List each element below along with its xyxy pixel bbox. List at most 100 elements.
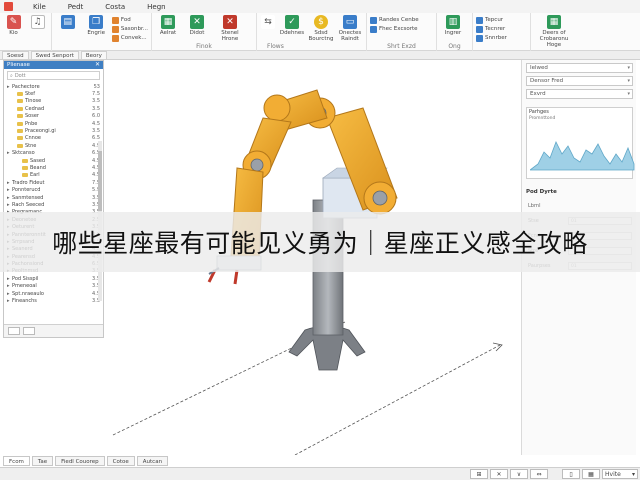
scrollbar-thumb[interactable] bbox=[98, 151, 102, 211]
ribbon-small-tecnrer[interactable]: Tecnrer bbox=[476, 25, 507, 33]
grid-view-icon[interactable] bbox=[8, 327, 20, 335]
tree-item[interactable]: Stne 4.9 bbox=[7, 142, 100, 149]
tree-item[interactable]: ▸ Pmeneoal 3.5 bbox=[7, 283, 100, 290]
tree-item[interactable]: ▸ Rach Seeced 3.5 bbox=[7, 201, 100, 208]
menu-item-create[interactable]: Costa bbox=[103, 3, 127, 11]
tree-item-label: Tinose bbox=[25, 98, 42, 105]
list-view-icon[interactable] bbox=[23, 327, 35, 335]
close-icon[interactable]: ✕ bbox=[490, 469, 508, 479]
tree-item[interactable]: ▸ Spt.nraeaulo 4.5 bbox=[7, 290, 100, 297]
tree-item[interactable]: Cnnoe 6.5 bbox=[7, 135, 100, 142]
tree-item[interactable]: Beand 4.5 bbox=[7, 164, 100, 171]
tree-item[interactable]: ▸ Sktcanso 6.5 bbox=[7, 150, 100, 157]
brush-icon bbox=[111, 25, 119, 33]
tree-item[interactable]: ▸ Tradro Fideut 7.5 bbox=[7, 179, 100, 186]
tab-tae[interactable]: Tae bbox=[31, 456, 54, 466]
folder-icon bbox=[17, 92, 23, 97]
trash-icon[interactable]: ▯ bbox=[562, 469, 580, 479]
tree-item[interactable]: ▸ Sanmtensed 3.5 bbox=[7, 194, 100, 201]
doc-tab-soesd[interactable]: Soesd bbox=[2, 51, 29, 59]
coin-icon: $ bbox=[314, 15, 328, 29]
app-icon[interactable] bbox=[4, 2, 13, 11]
tab-fiedl-couorep[interactable]: Fiedl Couorep bbox=[55, 456, 105, 466]
tree-item-label: Sased bbox=[30, 157, 46, 164]
tab-cotoe[interactable]: Cotoe bbox=[106, 456, 135, 466]
ribbon-button-didot[interactable]: ✕ Didot bbox=[184, 15, 210, 36]
tree-item-label: Spt.nraeaulo bbox=[12, 290, 44, 297]
folder-icon bbox=[17, 106, 23, 111]
tab-autcan[interactable]: Autcan bbox=[136, 456, 169, 466]
status-dropdown[interactable]: Hvite ▾ bbox=[602, 469, 638, 479]
ribbon-button-deers[interactable]: ▦ Deers of Crobaronu Hoge bbox=[534, 15, 574, 48]
tree-item[interactable]: ▸ Pod Sisspil 3.5 bbox=[7, 275, 100, 282]
ribbon-small-sasonbr[interactable]: Sasonbr... bbox=[111, 25, 148, 33]
ribbon-group-ong: ▥ Ingrer Ong bbox=[437, 13, 473, 51]
spreadsheet-icon[interactable]: ▦ bbox=[582, 469, 600, 479]
grid-icon[interactable]: ⊞ bbox=[470, 469, 488, 479]
view-dropdown[interactable]: Ielwed ▾ bbox=[526, 63, 633, 73]
chevron-down-icon[interactable]: ∨ bbox=[510, 469, 528, 479]
menu-item-edit[interactable]: Pedt bbox=[66, 3, 85, 11]
folder-icon bbox=[17, 143, 23, 148]
tree-item[interactable]: ▸ Ponnterucd 5.9 bbox=[7, 186, 100, 193]
tree-item[interactable]: Soser 6.0 bbox=[7, 113, 100, 120]
ribbon-button-document[interactable]: ▤ bbox=[55, 15, 80, 30]
cross-icon: ✕ bbox=[190, 15, 204, 29]
status-bar: ⊞ ✕ ∨ ⇔ ▯ ▦ Hvite ▾ bbox=[0, 467, 640, 480]
folder-icon: ▭ bbox=[343, 15, 357, 29]
folder-icon bbox=[17, 129, 23, 134]
tree-item[interactable]: Cednad 3.5 bbox=[7, 105, 100, 112]
doc-tab-swed-senport[interactable]: Swed Senport bbox=[30, 51, 79, 59]
ribbon-small-snnrber[interactable]: Snnrber bbox=[476, 34, 507, 42]
ribbon-button-engrie[interactable]: ❐ Engrie bbox=[83, 15, 108, 36]
ribbon-small-tepcur[interactable]: Tepcur bbox=[476, 16, 507, 24]
delete-icon: ✕ bbox=[223, 15, 237, 29]
tree-item-label: Cnnoe bbox=[25, 135, 41, 142]
tree-item[interactable]: ▸ Fineanchs 3.5 bbox=[7, 297, 100, 304]
menu-item-help[interactable]: Hegn bbox=[145, 3, 167, 11]
ribbon-button-stenel[interactable]: ✕ Stenel Hrone bbox=[213, 15, 247, 42]
tree-item[interactable]: Praceongi.gi 3.5 bbox=[7, 127, 100, 134]
move-icon[interactable]: ⇔ bbox=[530, 469, 548, 479]
grid-icon: ▦ bbox=[161, 15, 175, 29]
tree-item-value: 4.5 bbox=[92, 120, 100, 127]
ribbon-small-randes[interactable]: Randes Cenbe bbox=[370, 16, 419, 24]
tree-item-label: Fineanchs bbox=[12, 298, 37, 305]
ribbon-button-ddehnes[interactable]: ✓ Ddehnes bbox=[279, 15, 305, 36]
tree-item[interactable]: Stef 7.5 bbox=[7, 90, 100, 97]
tree-item-label: Beand bbox=[30, 164, 46, 171]
ribbon-button-ingrer[interactable]: ▥ Ingrer bbox=[440, 15, 466, 36]
density-dropdown[interactable]: Densor Fred ▾ bbox=[526, 76, 633, 86]
tree-item[interactable]: Earl 4.5 bbox=[7, 172, 100, 179]
ribbon-button-onectes[interactable]: ▭ Onectes Raindt bbox=[337, 15, 363, 42]
tree-item[interactable]: Tinose 3.5 bbox=[7, 98, 100, 105]
tree-item[interactable]: ▸ Pachectore 53 bbox=[7, 83, 100, 90]
folder-icon bbox=[22, 173, 28, 178]
ribbon-button-aelrat[interactable]: ▦ Aelrat bbox=[155, 15, 181, 36]
ribbon-small-fhec[interactable]: Fhec Excsorte bbox=[370, 25, 419, 33]
ribbon-button-sdsd[interactable]: $ Sdsd Bourctng bbox=[308, 15, 334, 42]
ribbon-small-fod[interactable]: Fod bbox=[111, 16, 148, 24]
doc-tab-beory[interactable]: Beory bbox=[80, 51, 107, 59]
menu-item-file[interactable]: Kile bbox=[31, 3, 48, 11]
tab-fcom[interactable]: Fcom bbox=[3, 456, 30, 466]
tree-item[interactable]: Pnbe 4.5 bbox=[7, 120, 100, 127]
tree-item[interactable]: Sased 4.5 bbox=[7, 157, 100, 164]
connector-icon bbox=[476, 25, 483, 33]
ribbon-group-tools: Tepcur Tecnrer Snnrber bbox=[473, 13, 531, 51]
check-icon: ✓ bbox=[285, 15, 299, 29]
tree-item-value: 3.5 bbox=[92, 128, 100, 135]
menu-bar: Kile Pedt Costa Hegn bbox=[0, 0, 640, 13]
tree-item-label: Sanmtensed bbox=[12, 194, 44, 201]
ribbon-group-clipboard: ▤ ❐ Engrie Fod Sasonbr... Convek... bbox=[52, 13, 152, 51]
export-dropdown[interactable]: Exvrd ▾ bbox=[526, 89, 633, 99]
convert-icon bbox=[111, 34, 119, 42]
ribbon-button-kio[interactable]: ✎ Kio bbox=[3, 15, 24, 36]
ribbon-small-convek[interactable]: Convek... bbox=[111, 34, 148, 42]
tree-search-input[interactable]: ⌕ Dott bbox=[7, 71, 100, 80]
ribbon-button-arrows[interactable]: ⇆ bbox=[260, 15, 276, 29]
ribbon-button-bell[interactable]: ♫ bbox=[27, 15, 48, 30]
tree-item-value: 6.0 bbox=[92, 113, 100, 120]
pin-icon[interactable]: ✕ bbox=[95, 61, 100, 69]
tree-list: ▸ Pachectore 53 Stef 7.5 Tinose 3.5 Cednad 3.5 So… bbox=[4, 82, 103, 306]
